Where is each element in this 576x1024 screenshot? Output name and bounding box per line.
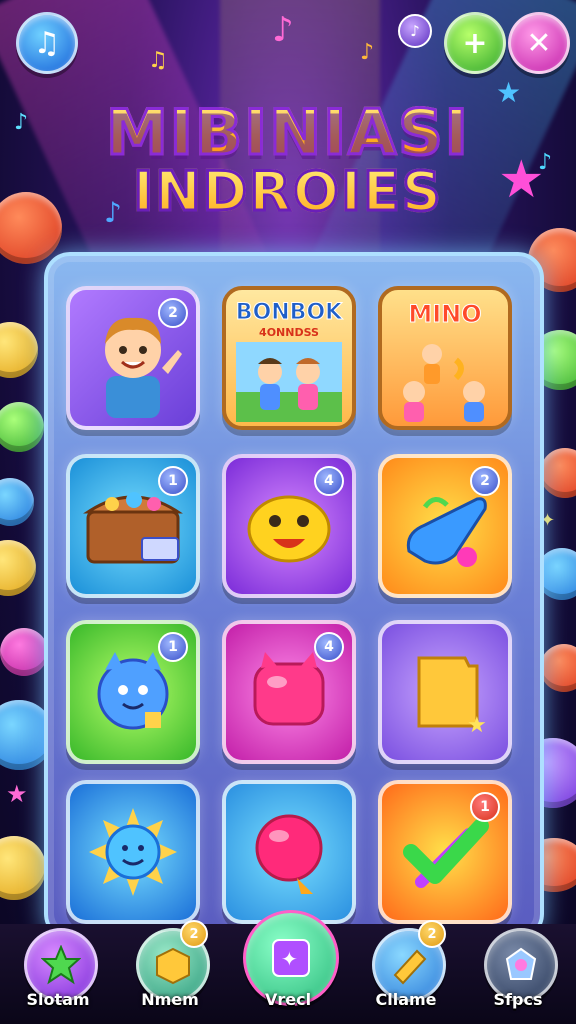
nav-label: Vrecl [264, 990, 312, 1009]
gold-cube-icon [156, 947, 190, 985]
purple-card-icon: ✦ [272, 939, 310, 977]
music-note-icon: ♪ [272, 10, 294, 50]
blue-coin-icon [0, 478, 34, 526]
gold-coin-icon [0, 322, 38, 378]
nav-label: Slotam [26, 990, 90, 1009]
red-coin-icon [540, 644, 576, 692]
level-tile-blob[interactable]: 4 [222, 454, 356, 598]
tile-title: MINO [408, 300, 482, 329]
star-icon: ★ [6, 780, 28, 808]
game-title-line2: INDROIES [0, 159, 576, 225]
level-badge: 4 [314, 632, 344, 662]
nav-badge: 2 [418, 920, 446, 948]
red-coin-icon [540, 448, 576, 498]
music-note-icon: ♫ [148, 48, 168, 73]
level-tile-sun[interactable] [66, 780, 200, 924]
level-tile-balloon[interactable] [222, 780, 356, 924]
nav-label: Cllame [375, 990, 437, 1009]
music-note-icon: ♪ [410, 22, 420, 40]
svg-text:✦: ✦ [281, 947, 298, 971]
green-star-icon [41, 945, 81, 985]
plus-button[interactable]: + [444, 12, 506, 74]
level-badge: 2 [470, 466, 500, 496]
level-tile-rocket[interactable]: 2 [378, 454, 512, 598]
level-tile-mino[interactable]: MINO [378, 286, 512, 430]
level-badge: 1 [158, 466, 188, 496]
tile-title: BONBOK [235, 300, 343, 326]
level-tile-jelly[interactable]: 4 [222, 620, 356, 764]
music-note-icon: ♪ [360, 40, 375, 65]
nav-label: Nmem [141, 990, 199, 1009]
gold-coin-icon [0, 836, 46, 900]
level-badge: 2 [158, 298, 188, 328]
level-tile-check[interactable]: 1 [378, 780, 512, 924]
level-tile-bonbok[interactable]: BONBOK 4ONNDSS [222, 286, 356, 430]
kids-scene-icon [403, 344, 485, 422]
music-note-icon: ♫ [33, 25, 61, 61]
level-tile-boy[interactable]: 2 [66, 286, 200, 430]
gold-ticket-icon: ★ [417, 656, 487, 738]
game-title-line1: MIBINIASI [0, 95, 576, 171]
nav-badge: 2 [180, 920, 208, 948]
level-tile-bird[interactable]: 1 [66, 620, 200, 764]
gold-coin-icon [0, 540, 36, 596]
level-badge: 1 [470, 792, 500, 822]
tile-subtitle: 4ONNDSS [259, 326, 319, 339]
pink-coin-icon [0, 628, 48, 676]
plus-icon: + [462, 25, 488, 61]
smiling-sun-icon [89, 808, 177, 896]
svg-text:★: ★ [467, 713, 487, 738]
close-icon: ✕ [526, 25, 552, 61]
nav-label: Sfpcs [493, 990, 543, 1009]
level-tile-ticket[interactable]: ★ [378, 620, 512, 764]
music-toggle-button[interactable]: ♪ [398, 14, 432, 48]
blue-gem-icon [505, 947, 537, 980]
gold-ticket-icon [393, 949, 427, 985]
level-tile-treasure[interactable]: 1 [66, 454, 200, 598]
music-button[interactable]: ♫ [16, 12, 78, 74]
close-button[interactable]: ✕ [508, 12, 570, 74]
level-badge: 1 [158, 632, 188, 662]
level-badge: 4 [314, 466, 344, 496]
friends-scene-icon [236, 342, 342, 422]
pink-balloon-icon [255, 814, 323, 894]
green-coin-icon [0, 402, 44, 452]
